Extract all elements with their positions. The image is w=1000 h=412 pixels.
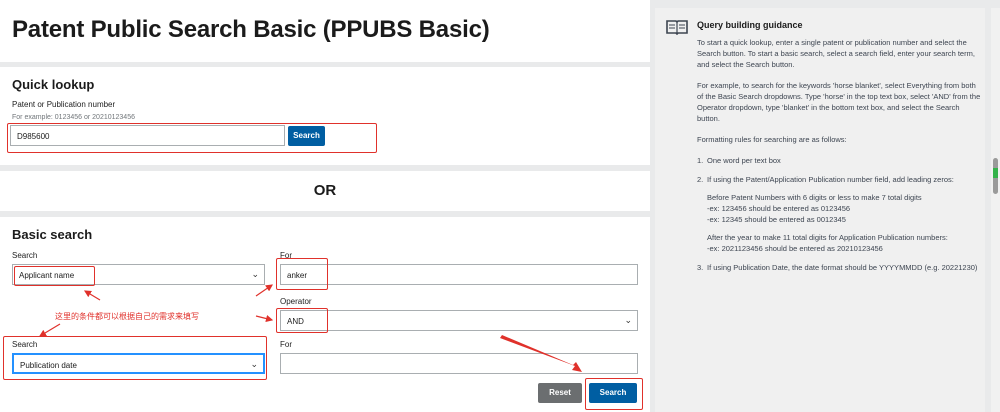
scrollbar-indicator (993, 168, 998, 178)
rule-text: One word per text box (707, 156, 781, 165)
rule-text: If using the Patent/Application Publicat… (707, 175, 954, 184)
guidance-paragraph-2: For example, to search for the keywords … (697, 81, 981, 123)
rule-number: 3. (697, 263, 704, 272)
rule-sub-2: After the year to make 11 total digits f… (707, 232, 981, 254)
rule-sub-2-example-1: -ex: 2021123456 should be entered as 202… (707, 244, 883, 253)
rule-sub-1: Before Patent Numbers with 6 digits or l… (707, 192, 981, 225)
guidance-paragraph-3: Formatting rules for searching are as fo… (697, 135, 847, 144)
rule-sub-2-text: After the year to make 11 total digits f… (707, 233, 948, 242)
guidance-title: Query building guidance (697, 20, 803, 30)
book-icon (666, 19, 688, 40)
rule-sub-1-example-2: -ex: 12345 should be entered as 0012345 (707, 215, 846, 224)
rule-number: 1. (697, 156, 704, 165)
formatting-rules-list: 1. One word per text box 2. If using the… (697, 155, 981, 273)
rule-text: If using Publication Date, the date form… (707, 263, 978, 272)
guidance-paragraph-1: To start a quick lookup, enter a single … (697, 38, 975, 69)
rule-item: 2. If using the Patent/Application Publi… (697, 174, 981, 254)
rule-item: 3. If using Publication Date, the date f… (697, 262, 981, 273)
guidance-panel: Query building guidance To start a quick… (655, 8, 985, 412)
rule-sub-1-example-1: -ex: 123456 should be entered as 0123456 (707, 204, 851, 213)
page-scrollbar[interactable] (991, 8, 1000, 412)
guidance-body: To start a quick lookup, enter a single … (697, 37, 981, 281)
rule-item: 1. One word per text box (697, 155, 981, 166)
rule-number: 2. (697, 175, 704, 184)
rule-sub-1-text: Before Patent Numbers with 6 digits or l… (707, 193, 922, 202)
